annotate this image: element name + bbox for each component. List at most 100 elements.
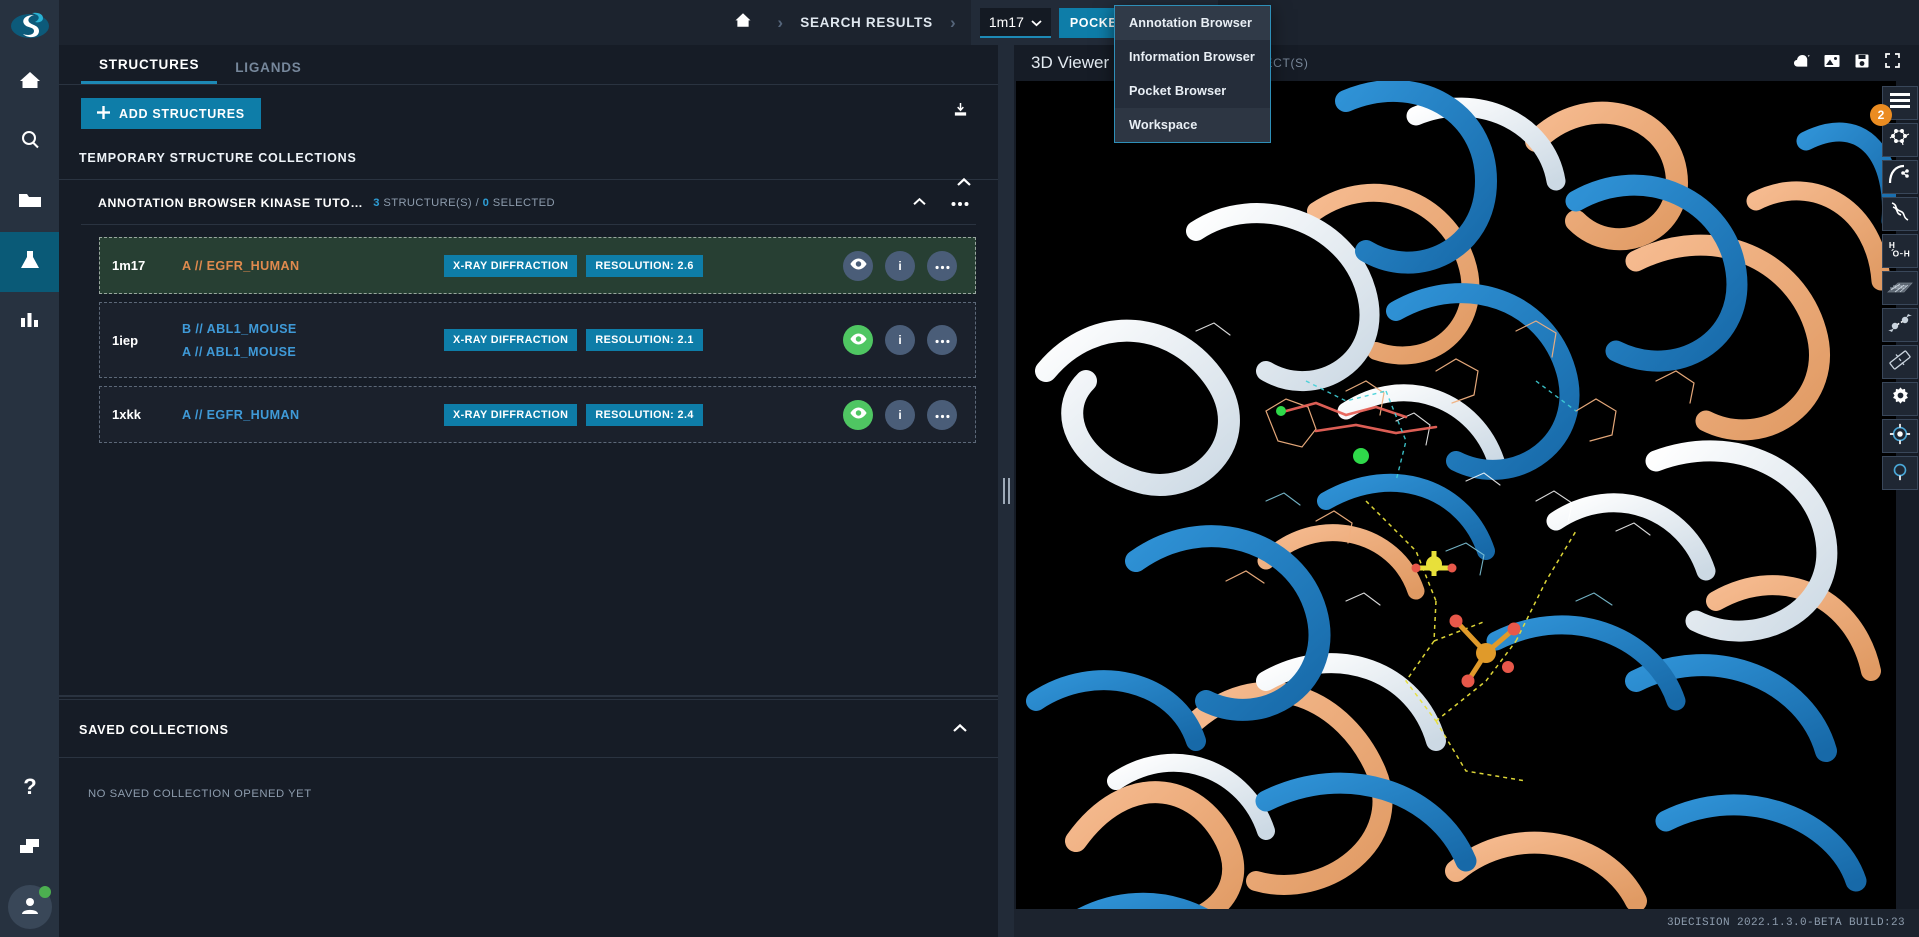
panel-divider xyxy=(59,695,998,697)
saved-collections-title: SAVED COLLECTIONS xyxy=(79,723,229,737)
resolution-tag: RESOLUTION: 2.6 xyxy=(586,254,703,277)
add-structures-label: ADD STRUCTURES xyxy=(119,106,245,121)
table-row[interactable]: 1m17 A // EGFR_HUMAN X-RAY DIFFRACTION R… xyxy=(99,237,976,294)
ribbon-style-button[interactable] xyxy=(1882,197,1918,231)
chain-link[interactable]: A // EGFR_HUMAN xyxy=(182,408,432,422)
saved-collections-collapse[interactable] xyxy=(952,721,968,739)
molecular-3d-canvas[interactable] xyxy=(1016,81,1896,937)
sidebar-item-projects[interactable] xyxy=(0,172,59,232)
user-icon xyxy=(19,894,41,921)
breadcrumb-search-results[interactable]: SEARCH RESULTS xyxy=(798,15,935,30)
ribbon-icon xyxy=(1888,200,1912,229)
info-button[interactable]: i xyxy=(885,250,915,281)
avatar[interactable] xyxy=(7,885,52,929)
measure-button[interactable] xyxy=(1882,345,1918,379)
row-more-button[interactable] xyxy=(927,250,957,281)
info-button[interactable]: i xyxy=(885,399,915,430)
fullscreen-icon xyxy=(1884,53,1900,73)
spotlight-button[interactable] xyxy=(1882,456,1918,490)
collection-more-button[interactable] xyxy=(944,194,976,212)
sidebar-item-search[interactable] xyxy=(0,112,59,172)
method-tag: X-RAY DIFFRACTION xyxy=(444,403,578,426)
menu-item-annotation-browser[interactable]: Annotation Browser xyxy=(1115,6,1270,40)
interactions-icon xyxy=(1888,312,1912,339)
image-export-icon xyxy=(1824,54,1840,73)
image-export-button[interactable] xyxy=(1817,50,1847,76)
breadcrumb-separator-1: › xyxy=(777,12,784,32)
toggle-visibility-button[interactable] xyxy=(843,250,873,281)
more-horizontal-icon xyxy=(935,259,950,273)
save-button[interactable] xyxy=(1847,50,1877,76)
app-logo[interactable] xyxy=(0,0,59,52)
eye-icon xyxy=(849,407,867,422)
status-badge[interactable]: 2 xyxy=(1870,104,1892,126)
interactions-button[interactable] xyxy=(1882,308,1918,342)
structure-select[interactable]: 1m17 xyxy=(979,7,1051,38)
settings-gear-icon xyxy=(1890,386,1911,412)
structure-select-label: 1m17 xyxy=(988,13,1024,30)
row-actions: i xyxy=(843,325,957,355)
chain-link[interactable]: A // EGFR_HUMAN xyxy=(182,259,432,273)
saved-collections-header: SAVED COLLECTIONS xyxy=(59,703,998,757)
molecule-style-button[interactable] xyxy=(1882,123,1918,157)
row-more-button[interactable] xyxy=(927,325,957,355)
table-row[interactable]: 1xkk A // EGFR_HUMAN X-RAY DIFFRACTION R… xyxy=(99,386,976,443)
method-tag: X-RAY DIFFRACTION xyxy=(444,329,578,351)
center-view-button[interactable] xyxy=(1882,419,1918,453)
add-structures-button[interactable]: ADD STRUCTURES xyxy=(81,98,261,129)
info-button[interactable]: i xyxy=(885,325,915,355)
table-row[interactable]: 1iep B // ABL1_MOUSE A // ABL1_MOUSE X-R… xyxy=(99,302,976,378)
save-icon xyxy=(1855,54,1869,73)
feedback-icon xyxy=(17,837,43,862)
chain-link[interactable]: B // ABL1_MOUSE xyxy=(182,322,432,336)
info-icon: i xyxy=(898,258,902,273)
collection-header: ANNOTATION BROWSER KINASE TUTO… 3 STRUCT… xyxy=(59,180,998,224)
tab-structures[interactable]: STRUCTURES xyxy=(81,57,218,84)
toggle-visibility-button[interactable] xyxy=(843,399,873,430)
collection-collapse-button[interactable] xyxy=(905,194,934,212)
protein-render xyxy=(1016,81,1896,937)
download-collection-button[interactable] xyxy=(953,102,968,122)
breadcrumb-home-button[interactable] xyxy=(724,0,762,45)
grid-surface-button[interactable] xyxy=(1882,271,1918,305)
collection-meta: 3 STRUCTURE(S) / 0 SELECTED xyxy=(373,197,555,209)
sidebar-item-structures[interactable] xyxy=(0,232,59,292)
menu-item-information-browser[interactable]: Information Browser xyxy=(1115,40,1270,74)
breadcrumb: › SEARCH RESULTS › 1m17 POCKET 19 xyxy=(59,0,1919,45)
water-hoh-icon: HOH xyxy=(1887,239,1913,264)
svg-text:O: O xyxy=(1893,248,1900,258)
temporary-collections-collapse[interactable] xyxy=(956,175,972,193)
toggle-visibility-button[interactable] xyxy=(843,325,873,355)
menu-item-workspace[interactable]: Workspace xyxy=(1115,108,1270,142)
info-icon: i xyxy=(898,407,902,422)
method-tag: X-RAY DIFFRACTION xyxy=(444,254,578,277)
row-more-button[interactable] xyxy=(927,399,957,430)
sidebar-item-analytics[interactable] xyxy=(0,292,59,352)
structure-rows: 1m17 A // EGFR_HUMAN X-RAY DIFFRACTION R… xyxy=(59,225,998,443)
sidebar-item-help[interactable]: ? xyxy=(0,759,59,819)
fullscreen-button[interactable] xyxy=(1877,50,1907,76)
eye-icon xyxy=(849,258,867,273)
more-horizontal-icon xyxy=(951,194,969,212)
sidebar-item-home[interactable] xyxy=(0,52,59,112)
sidebar-item-feedback[interactable] xyxy=(0,819,59,879)
marker-sphere xyxy=(1353,448,1369,464)
eye-icon xyxy=(849,332,867,348)
cloud-upload-icon xyxy=(1793,54,1811,73)
online-status-dot xyxy=(38,886,51,898)
cloud-upload-button[interactable] xyxy=(1787,50,1817,76)
chevron-up-icon xyxy=(952,721,968,738)
structure-tags: X-RAY DIFFRACTION RESOLUTION: 2.4 xyxy=(444,403,703,426)
tab-ligands[interactable]: LIGANDS xyxy=(217,60,319,84)
pocket-surface-button[interactable] xyxy=(1882,160,1918,194)
app-root: ? › SEARCH RESULTS › 1m17 POCKET 19 Anno… xyxy=(0,0,1919,937)
settings-button[interactable] xyxy=(1882,382,1918,416)
collection-selected: 0 xyxy=(482,197,490,209)
water-display-button[interactable]: HOH xyxy=(1882,234,1918,268)
structure-chains: A // EGFR_HUMAN xyxy=(182,259,432,273)
menu-item-pocket-browser[interactable]: Pocket Browser xyxy=(1115,74,1270,108)
panel-resize-handle[interactable] xyxy=(998,45,1014,937)
chain-link[interactable]: A // ABL1_MOUSE xyxy=(182,345,432,359)
panel-tabs: STRUCTURES LIGANDS xyxy=(59,45,998,85)
breadcrumb-separator-2: › xyxy=(949,12,956,32)
